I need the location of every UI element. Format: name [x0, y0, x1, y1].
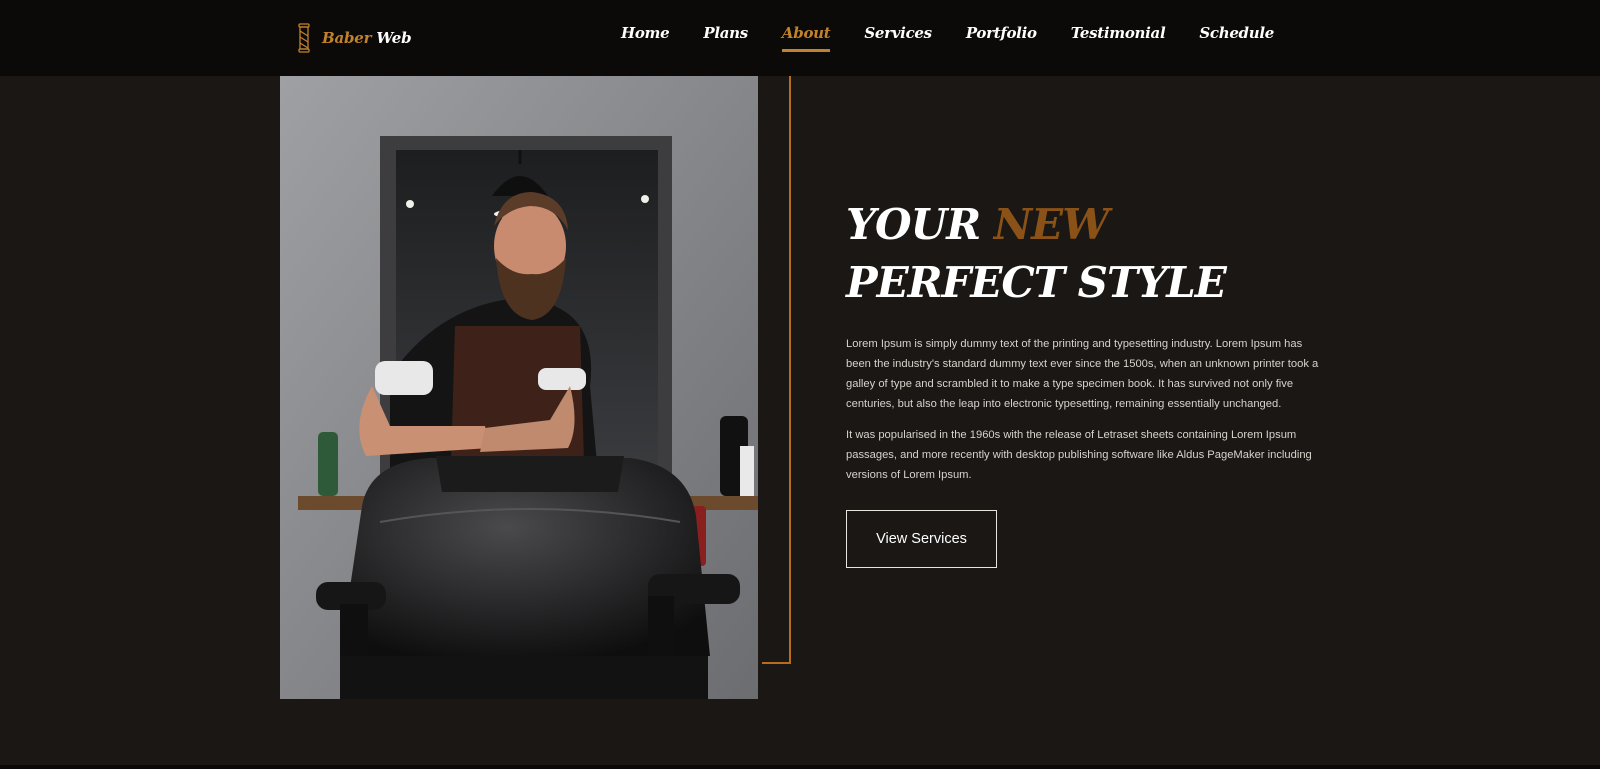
brand-name-accent: Baber	[322, 29, 372, 47]
nav-item-label: Schedule	[1199, 24, 1274, 42]
nav-item-home[interactable]: Home	[620, 24, 670, 48]
nav-item-plans[interactable]: Plans	[703, 24, 748, 48]
top-navbar: Baber Web Home Plans About Services Port…	[0, 0, 1600, 76]
bottom-divider	[0, 765, 1600, 769]
brand-name-main: Web	[376, 29, 412, 47]
hero-paragraph-2: It was popularised in the 1960s with the…	[846, 429, 1312, 482]
nav-item-services[interactable]: Services	[864, 24, 932, 48]
nav-item-testimonial[interactable]: Testimonial	[1071, 24, 1166, 48]
headline-word-new: NEW	[993, 200, 1110, 249]
nav-item-label: Home	[620, 24, 670, 42]
brand-name: Baber Web	[322, 29, 412, 47]
barber-illustration	[280, 76, 758, 699]
hero-headline: YOUR NEW PERFECT STYLE	[846, 196, 1326, 312]
barber-pole-icon	[298, 23, 310, 53]
headline-line-2: PERFECT STYLE	[846, 258, 1227, 307]
nav-active-underline	[781, 49, 831, 52]
headline-word-your: YOUR	[846, 200, 981, 249]
brand-logo[interactable]: Baber Web	[294, 22, 412, 54]
hero-content: YOUR NEW PERFECT STYLE Lorem Ipsum is si…	[846, 196, 1326, 496]
barber-photo	[280, 76, 758, 699]
nav-item-label: About	[781, 24, 831, 42]
decorative-frame-line	[762, 76, 791, 664]
view-services-button[interactable]: View Services	[846, 510, 997, 568]
nav-item-label: Testimonial	[1070, 24, 1166, 42]
nav-item-about[interactable]: About	[781, 24, 831, 52]
hero-paragraph-1: Lorem Ipsum is simply dummy text of the …	[846, 338, 1319, 410]
nav-item-label: Services	[864, 24, 932, 42]
main-nav: Home Plans About Services Portfolio Test…	[620, 24, 1274, 52]
nav-item-label: Plans	[703, 24, 748, 42]
nav-item-label: Portfolio	[965, 24, 1037, 42]
nav-item-portfolio[interactable]: Portfolio	[966, 24, 1037, 48]
nav-item-schedule[interactable]: Schedule	[1199, 24, 1274, 48]
